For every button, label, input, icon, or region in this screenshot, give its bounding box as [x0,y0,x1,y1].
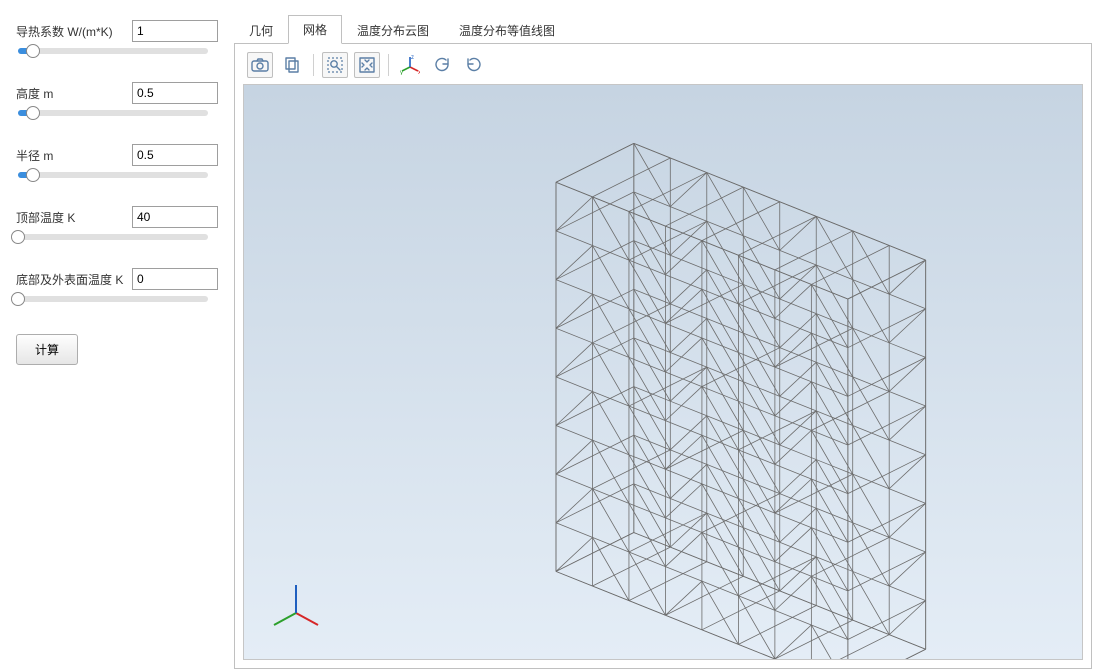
param-input[interactable] [132,144,218,166]
screenshot-icon[interactable] [247,52,273,78]
param-input[interactable] [132,268,218,290]
print-icon[interactable] [279,52,305,78]
rotate-left-icon[interactable] [429,52,455,78]
tab-strip: 几何网格温度分布云图温度分布等值线图 [234,18,1092,44]
param-slider[interactable] [18,172,208,178]
viewport-3d[interactable] [243,84,1083,660]
param-input[interactable] [132,20,218,42]
sidebar: 导热系数 W/(m*K) 高度 m 半径 m 顶部温度 K 底部及外表面温度 K 计算 [0,0,230,669]
svg-text:y: y [400,70,403,75]
viewport-toolbar: x y z [247,52,487,78]
tab[interactable]: 网格 [288,15,342,44]
xy-plane-icon[interactable]: x y z [397,52,423,78]
mesh-wireframe [244,85,1082,659]
calculate-button[interactable]: 计算 [16,334,78,365]
svg-text:z: z [411,55,414,61]
toolbar-separator [313,54,314,76]
axis-gizmo [268,579,324,635]
zoom-extents-icon[interactable] [354,52,380,78]
main-area: 几何网格温度分布云图温度分布等值线图 x y z [230,0,1110,669]
svg-text:x: x [418,70,420,75]
param-label: 顶部温度 K [16,209,132,226]
param-label: 半径 m [16,147,132,164]
tab[interactable]: 温度分布等值线图 [444,16,570,44]
zoom-window-icon[interactable] [322,52,348,78]
tab[interactable]: 几何 [234,16,288,44]
tab[interactable]: 温度分布云图 [342,16,444,44]
param-slider[interactable] [18,234,208,240]
param-label: 高度 m [16,85,132,102]
param-slider[interactable] [18,48,208,54]
param-slider[interactable] [18,296,208,302]
param-input[interactable] [132,82,218,104]
param-slider[interactable] [18,110,208,116]
viewport-panel: x y z [234,43,1092,669]
toolbar-separator [388,54,389,76]
param-label: 导热系数 W/(m*K) [16,23,132,40]
param-label: 底部及外表面温度 K [16,271,132,288]
param-input[interactable] [132,206,218,228]
rotate-right-icon[interactable] [461,52,487,78]
